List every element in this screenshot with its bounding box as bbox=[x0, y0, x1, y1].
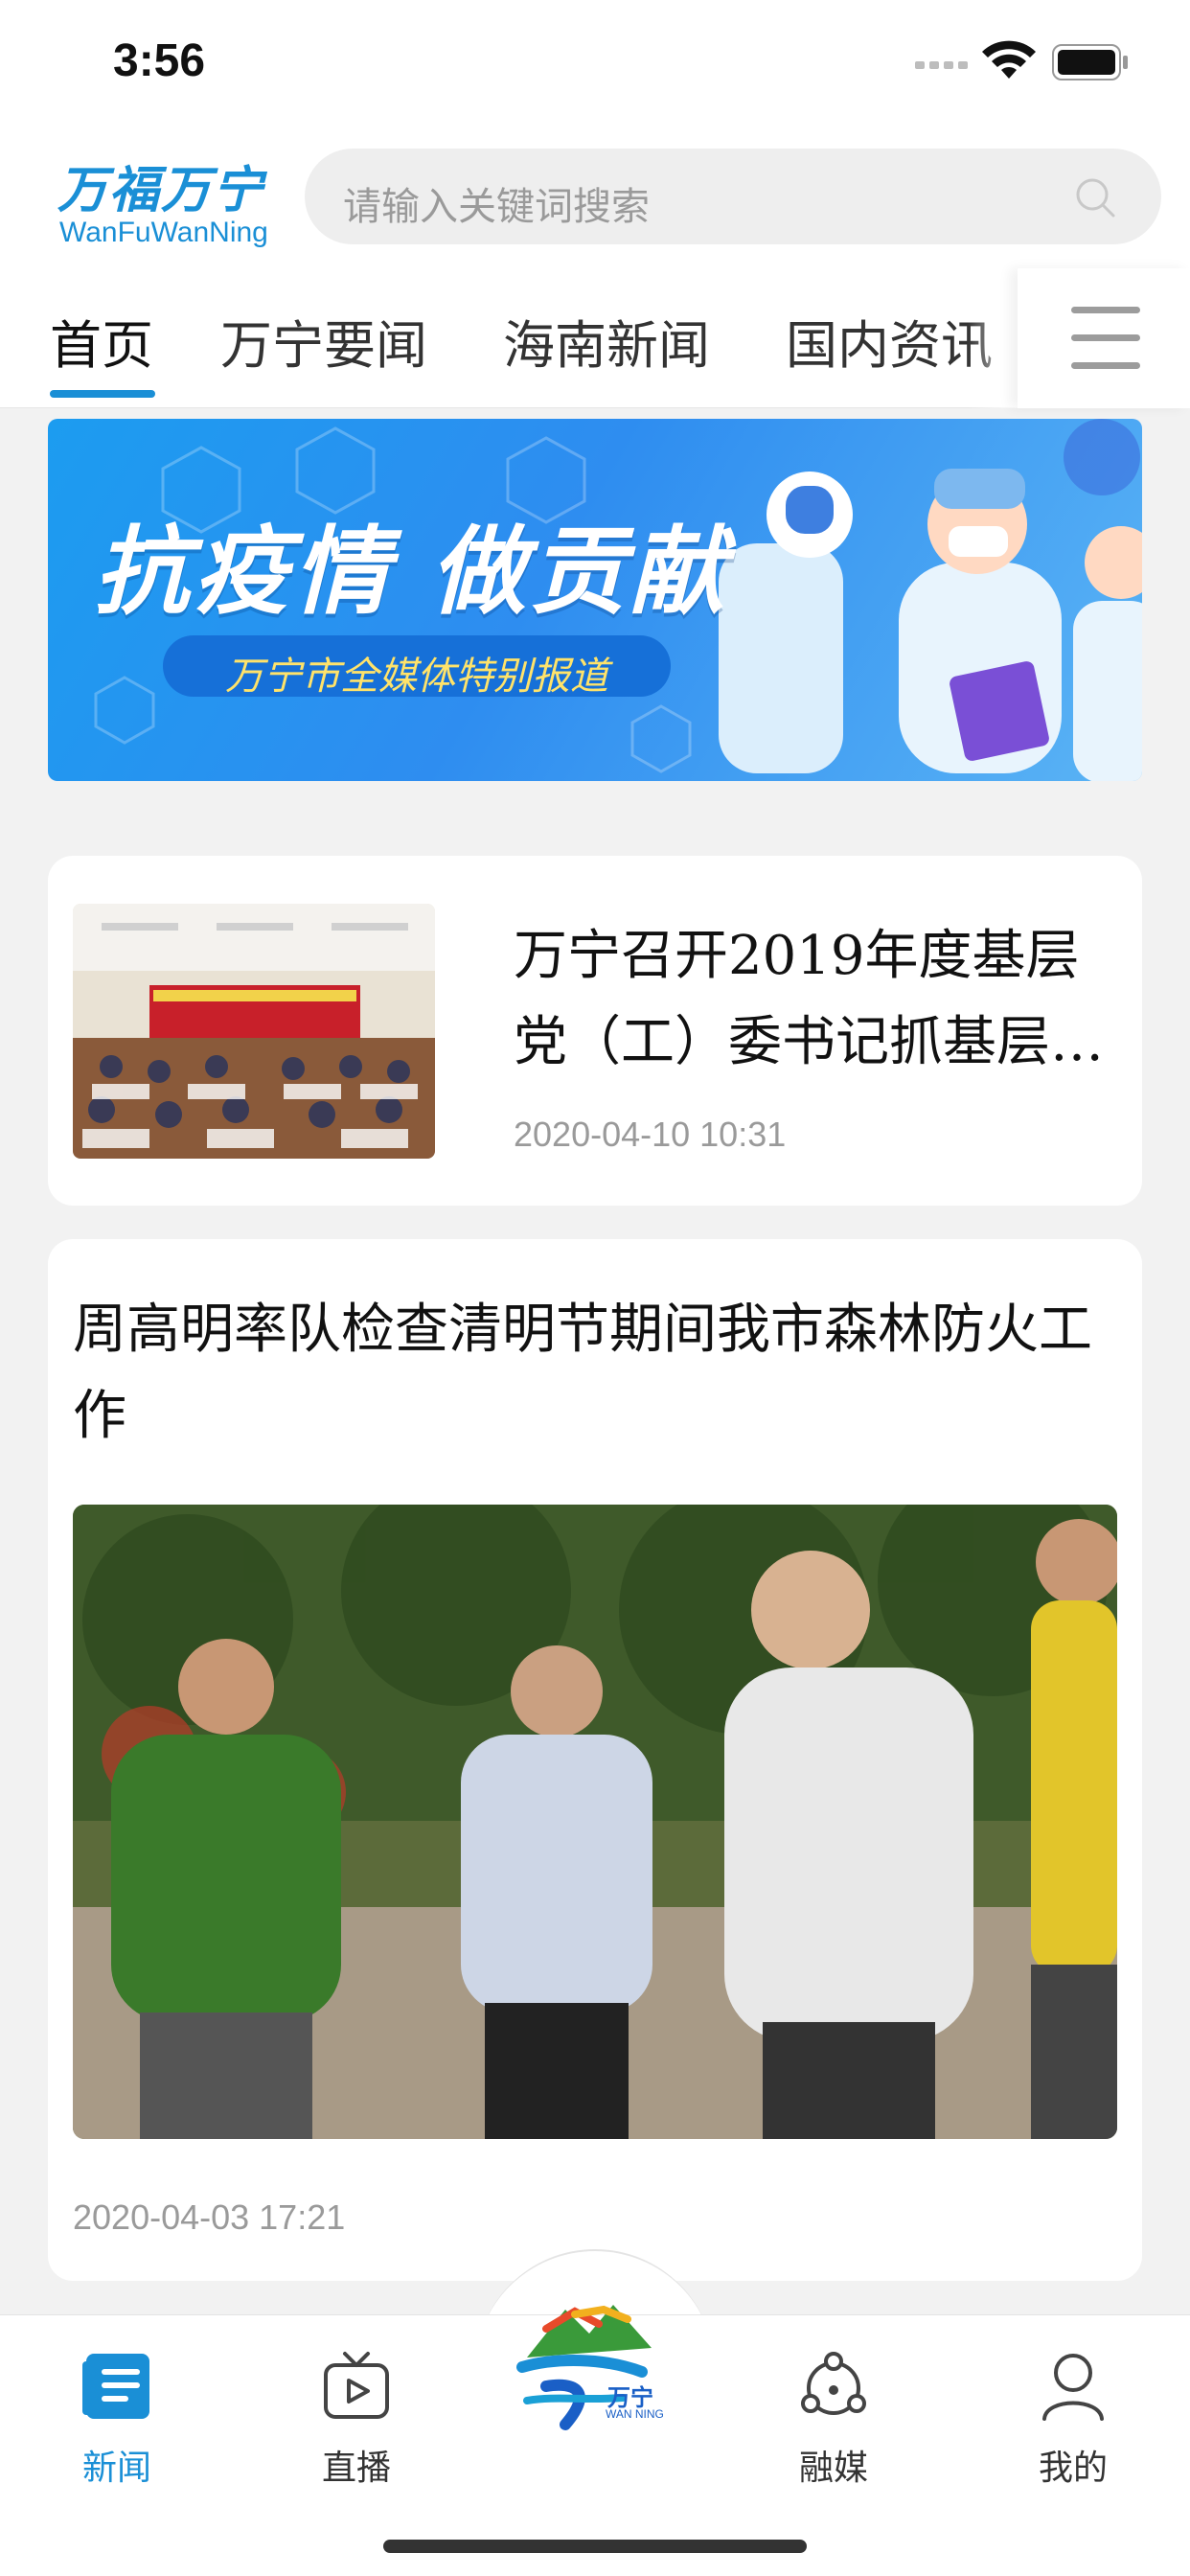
status-time: 3:56 bbox=[113, 35, 206, 86]
promo-banner[interactable]: 抗疫情 做贡献 万宁市全媒体特别报道 bbox=[48, 419, 1142, 781]
search-input[interactable]: 请输入关键词搜索 bbox=[305, 149, 1161, 244]
tab-wanning-news[interactable]: 万宁要闻 bbox=[220, 303, 427, 379]
menu-icon bbox=[1071, 307, 1140, 313]
search-icon[interactable] bbox=[1073, 175, 1117, 219]
tab-domestic-news[interactable]: 国内资讯 bbox=[786, 303, 992, 379]
news-thumbnail bbox=[73, 904, 435, 1159]
app-header: 万福万宁 WanFuWanNing 请输入关键词搜索 bbox=[0, 125, 1190, 268]
logo-english-text: WanFuWanNing bbox=[59, 217, 268, 248]
tab-media-label: 融媒 bbox=[798, 2449, 868, 2488]
battery-icon bbox=[1052, 44, 1128, 80]
news-icon bbox=[82, 2354, 149, 2419]
logo-chinese-text: 万福万宁 bbox=[57, 161, 265, 219]
tab-news-label: 新闻 bbox=[81, 2449, 151, 2488]
banner-subtitle: 万宁市全媒体特别报道 bbox=[225, 655, 608, 699]
news-image bbox=[73, 1505, 1117, 2139]
tab-live[interactable]: 直播 bbox=[261, 2336, 452, 2488]
news-card[interactable]: 万宁召开2019年度基层党（工）委书记抓基层党建工作述职评议会议 2020-04… bbox=[48, 856, 1142, 1206]
active-tab-indicator bbox=[50, 390, 155, 398]
tab-profile-label: 我的 bbox=[1038, 2449, 1108, 2488]
wifi-icon bbox=[982, 40, 1036, 79]
app-logo[interactable]: 万福万宁 WanFuWanNing bbox=[56, 144, 276, 249]
tab-hainan-news[interactable]: 海南新闻 bbox=[503, 303, 710, 379]
tab-live-label: 直播 bbox=[321, 2449, 391, 2488]
more-channels-button[interactable] bbox=[1018, 268, 1190, 408]
tab-news[interactable]: 新闻 bbox=[21, 2336, 213, 2488]
home-indicator bbox=[383, 2540, 807, 2553]
tab-profile[interactable]: 我的 bbox=[977, 2336, 1169, 2488]
news-date: 2020-04-03 17:21 bbox=[73, 2197, 346, 2237]
news-title: 万宁召开2019年度基层党（工）委书记抓基层党建工作述职评议会议 bbox=[514, 925, 1104, 1073]
tabs-fade bbox=[968, 268, 1025, 408]
profile-icon bbox=[1042, 2354, 1104, 2421]
tab-home[interactable]: 首页 bbox=[50, 303, 153, 379]
banner-title: 抗疫情 做贡献 bbox=[94, 516, 729, 628]
tab-media[interactable]: 融媒 bbox=[738, 2336, 929, 2488]
center-brand-button[interactable]: 万宁 WAN NING bbox=[508, 2290, 680, 2444]
banner-subtitle-pill: 万宁市全媒体特别报道 bbox=[163, 635, 671, 699]
status-bar: 3:56 bbox=[0, 0, 1190, 125]
wanning-logo-icon bbox=[516, 2305, 652, 2430]
live-tv-icon bbox=[324, 2352, 389, 2419]
category-tabs: 首页 万宁要闻 海南新闻 国内资讯 bbox=[0, 268, 1190, 408]
search-placeholder: 请输入关键词搜索 bbox=[343, 185, 650, 229]
cellular-signal-icon bbox=[915, 61, 968, 69]
news-title: 周高明率队检查清明节期间我市森林防火工作 bbox=[73, 1299, 1092, 1447]
center-logo-en: WAN NING bbox=[606, 2407, 664, 2421]
news-card[interactable]: 周高明率队检查清明节期间我市森林防火工作 2020-04-03 17:21 bbox=[48, 1239, 1142, 2281]
media-hub-icon bbox=[801, 2352, 866, 2415]
news-date: 2020-04-10 10:31 bbox=[514, 1115, 787, 1154]
